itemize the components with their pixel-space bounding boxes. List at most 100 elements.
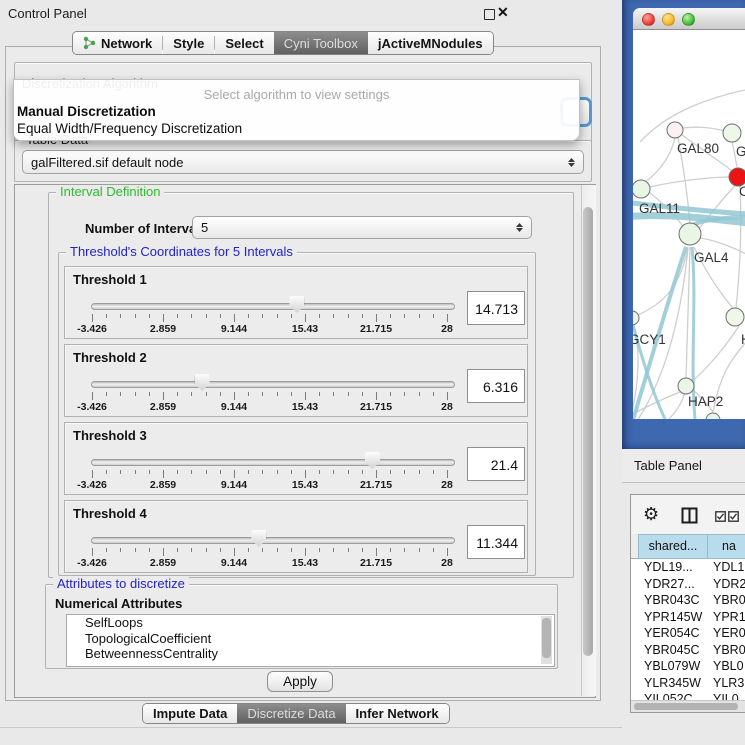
slider-track[interactable] xyxy=(91,381,455,388)
apply-button[interactable]: Apply xyxy=(267,671,333,692)
list-vscrollbar-thumb[interactable] xyxy=(542,618,551,658)
slider-track[interactable] xyxy=(91,459,455,466)
mac-minimize-button[interactable] xyxy=(662,13,675,26)
tab-cyni-toolbox[interactable]: Cyni Toolbox xyxy=(274,32,368,54)
slider-tick-label: 21.715 xyxy=(360,479,392,491)
table-row[interactable]: YPR145WYPR1 xyxy=(631,609,745,626)
table-row[interactable]: YER054CYER0 xyxy=(631,625,745,642)
slider-thumb[interactable] xyxy=(251,530,266,547)
column-header-shared[interactable]: shared... xyxy=(638,534,708,559)
slider-track[interactable] xyxy=(91,537,455,544)
slider-tick xyxy=(277,548,278,552)
list-vscrollbar[interactable] xyxy=(541,616,552,664)
table-row[interactable]: YDL19...YDL1 xyxy=(631,559,745,576)
slider-tick-label: 2.859 xyxy=(150,479,176,491)
table-header-row: shared... na xyxy=(631,534,745,559)
slider-tick xyxy=(305,548,306,556)
slider-tick-label: 9.144 xyxy=(221,557,247,569)
slider-thumb[interactable] xyxy=(365,452,380,469)
network-node-label: GCY1 xyxy=(633,332,666,347)
settings-gear-icon[interactable]: ⚙ xyxy=(643,504,659,525)
number-of-intervals-combo[interactable]: 5 xyxy=(192,216,532,239)
threshold-value-field[interactable]: 21.4 xyxy=(467,447,525,481)
table-hscrollbar[interactable] xyxy=(631,700,745,712)
row-header-cell xyxy=(631,576,638,593)
network-icon xyxy=(83,36,96,50)
slider-tick xyxy=(206,314,207,318)
popup-option-manual-discretization[interactable]: Manual Discretization xyxy=(17,104,156,119)
threshold-value-field[interactable]: 11.344 xyxy=(467,525,525,559)
slider-track[interactable] xyxy=(91,303,455,310)
network-node-gal11[interactable] xyxy=(633,180,650,198)
mac-zoom-button[interactable] xyxy=(682,13,695,26)
slider-tick xyxy=(362,392,363,396)
close-icon[interactable]: ✕ xyxy=(497,4,509,21)
slider-tick xyxy=(362,548,363,552)
slider-tick xyxy=(92,392,93,400)
table-row[interactable]: YBR045CYBR0 xyxy=(631,642,745,659)
tab-label: Network xyxy=(101,36,152,51)
slider-tick xyxy=(248,314,249,318)
tab-network[interactable]: Network xyxy=(73,32,162,54)
network-node-gcy1[interactable] xyxy=(633,311,639,325)
main-vscrollbar-thumb[interactable] xyxy=(583,207,593,656)
split-columns-icon[interactable] xyxy=(681,507,698,527)
table-row[interactable]: YDR27...YDR2 xyxy=(631,576,745,593)
threshold-title: Threshold 4 xyxy=(73,506,147,521)
tab-jactivemnodules[interactable]: jActiveMNodules xyxy=(368,32,493,54)
network-canvas[interactable]: GAL80GCGAL11GAL4GCY1HHAP2 xyxy=(633,29,745,419)
slider-tick-label: 9.144 xyxy=(221,479,247,491)
attribute-item-betweennesscentrality[interactable]: BetweennessCentrality xyxy=(67,646,554,662)
slider-tick xyxy=(333,314,334,318)
table-row[interactable]: YBR043CYBR0 xyxy=(631,592,745,609)
tab-select[interactable]: Select xyxy=(215,32,273,54)
table-hscrollbar-thumb[interactable] xyxy=(634,703,738,710)
tab-discretize-data[interactable]: Discretize Data xyxy=(237,704,345,723)
network-window-titlebar[interactable] xyxy=(633,8,745,30)
network-node-g[interactable] xyxy=(723,124,741,142)
table-row[interactable]: YLR345WYLR3 xyxy=(631,675,745,692)
network-node-hap2[interactable] xyxy=(678,378,694,394)
mac-close-button[interactable] xyxy=(642,13,655,26)
column-header-name[interactable]: na xyxy=(708,534,745,559)
float-window-icon[interactable] xyxy=(484,9,495,20)
popup-option-equal-width-frequency-discretization[interactable]: Equal Width/Frequency Discretization xyxy=(17,121,242,136)
slider-tick xyxy=(220,470,221,474)
tab-infer-network[interactable]: Infer Network xyxy=(346,704,449,723)
attribute-item-topologicalcoefficient[interactable]: TopologicalCoefficient xyxy=(67,631,554,647)
checkbox-icon[interactable] xyxy=(715,510,726,525)
slider-tick xyxy=(149,548,150,552)
network-node[interactable] xyxy=(706,413,720,419)
cell-name: YLR3 xyxy=(708,675,745,692)
slider-tick xyxy=(348,548,349,552)
slider-thumb[interactable] xyxy=(195,374,210,391)
tab-label: Discretize Data xyxy=(247,706,335,721)
slider-tick xyxy=(234,392,235,400)
network-node-gal4[interactable] xyxy=(679,223,701,245)
cell-name: YBR0 xyxy=(708,642,745,659)
slider-tick xyxy=(206,392,207,396)
cell-shared-name: YDR27... xyxy=(638,576,708,593)
network-node-h[interactable] xyxy=(726,308,744,326)
threshold-value-field[interactable]: 14.713 xyxy=(467,291,525,325)
slider-tick xyxy=(262,314,263,318)
table-row[interactable]: YIL052CYIL0 xyxy=(631,691,745,700)
slider-tick xyxy=(191,392,192,396)
network-node-label: H xyxy=(741,332,745,347)
threshold-value-field[interactable]: 6.316 xyxy=(467,369,525,403)
network-edge xyxy=(645,138,675,182)
slider-tick xyxy=(447,392,448,400)
table-data-combo[interactable]: galFiltered.sif default node xyxy=(22,150,584,174)
tab-style[interactable]: Style xyxy=(163,32,214,54)
table-row[interactable]: YBL079WYBL0 xyxy=(631,658,745,675)
checkbox-icon[interactable] xyxy=(728,510,739,525)
slider-tick xyxy=(305,470,306,478)
slider-thumb[interactable] xyxy=(289,296,304,313)
tab-label: Cyni Toolbox xyxy=(284,36,358,51)
slider-tick-label: 21.715 xyxy=(360,401,392,413)
tab-impute-data[interactable]: Impute Data xyxy=(143,704,237,723)
threshold-title: Threshold 3 xyxy=(73,428,147,443)
attribute-item-selfloops[interactable]: SelfLoops xyxy=(67,615,554,631)
network-node-gal80[interactable] xyxy=(667,122,683,138)
cell-shared-name: YIL052C xyxy=(638,691,708,700)
